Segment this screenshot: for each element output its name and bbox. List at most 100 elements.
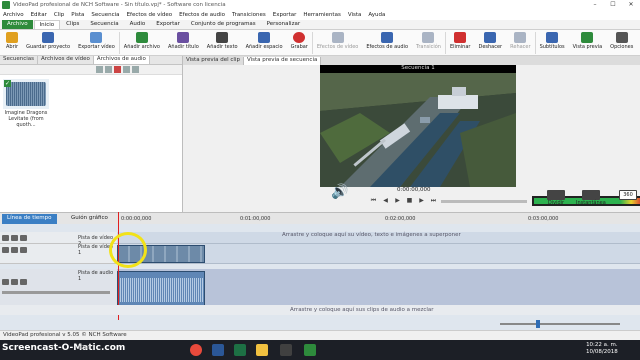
media-bin-tabs: Secuencias Archivos de vídeo Archivos de… bbox=[0, 56, 182, 65]
excel-icon[interactable] bbox=[234, 344, 246, 356]
preview-scrubber[interactable] bbox=[441, 199, 527, 203]
tab-inicio[interactable]: Inicio bbox=[33, 20, 61, 29]
zoom-knob[interactable] bbox=[536, 320, 540, 328]
file-explorer-icon[interactable] bbox=[256, 344, 268, 356]
play-icon[interactable]: ▶ bbox=[393, 197, 402, 205]
mute-icon[interactable] bbox=[11, 279, 18, 285]
menu-clip[interactable]: Clip bbox=[54, 12, 64, 18]
subtitles-button[interactable]: Subtítulos bbox=[540, 32, 565, 50]
video-track-2-header: Pista de vídeo 2 bbox=[0, 232, 117, 247]
360-button[interactable]: 360 bbox=[619, 190, 637, 200]
videopad-taskbar-icon[interactable] bbox=[304, 344, 316, 356]
redo-button[interactable]: Rehacer bbox=[510, 32, 531, 50]
transition-icon bbox=[422, 32, 435, 43]
video-track-2[interactable]: Arrastre y coloque aquí su vídeo, texto … bbox=[117, 232, 640, 244]
tab-audio[interactable]: Audio bbox=[125, 20, 151, 29]
close-button[interactable]: ✕ bbox=[622, 0, 640, 10]
audio-track-volume-slider[interactable] bbox=[2, 291, 110, 294]
next-frame-icon[interactable]: ▶ bbox=[417, 197, 426, 205]
menu-archivo[interactable]: Archivo bbox=[3, 12, 24, 18]
audio-effects-button[interactable]: Efectos de audio bbox=[366, 32, 408, 50]
tab-secuencia[interactable]: Secuencia bbox=[85, 20, 123, 29]
eye-icon[interactable] bbox=[11, 235, 18, 241]
add-text-button[interactable]: Añadir texto bbox=[207, 32, 238, 50]
speaker-icon[interactable] bbox=[2, 279, 9, 285]
tab-archivo[interactable]: Archivo bbox=[2, 20, 33, 29]
timeline-zoom[interactable] bbox=[500, 320, 620, 328]
add-title-button[interactable]: Añadir título bbox=[168, 32, 199, 50]
tab-exportar[interactable]: Exportar bbox=[151, 20, 185, 29]
go-start-icon[interactable]: ⏮ bbox=[369, 197, 378, 205]
eye-icon[interactable] bbox=[11, 247, 18, 253]
audio-drop-bar: Arrastre y coloque aquí sus clips de aud… bbox=[0, 305, 640, 315]
split-button[interactable]: Dividir bbox=[547, 190, 565, 206]
tab-audio-files[interactable]: Archivos de audio bbox=[93, 56, 150, 64]
tab-personalizar[interactable]: Personalizar bbox=[262, 20, 305, 29]
tab-sequence-preview[interactable]: Vista previa de secuencia bbox=[243, 57, 322, 65]
export-video-button[interactable]: Exportar vídeo bbox=[78, 32, 115, 50]
video-effects-button[interactable]: Efectos de vídeo bbox=[317, 32, 358, 50]
chrome-icon[interactable] bbox=[190, 344, 202, 356]
thumb-view-icon[interactable] bbox=[105, 66, 112, 73]
transition-button[interactable]: Transición bbox=[416, 32, 441, 50]
add-track-icon[interactable] bbox=[2, 247, 9, 253]
prev-frame-icon[interactable]: ◀ bbox=[381, 197, 390, 205]
maximize-button[interactable]: ☐ bbox=[604, 0, 622, 10]
tab-clips[interactable]: Clips bbox=[61, 20, 84, 29]
menu-bar: Archivo Editar Clip Pista Secuencia Efec… bbox=[0, 10, 640, 20]
menu-pista[interactable]: Pista bbox=[71, 12, 84, 18]
tab-sequences[interactable]: Secuencias bbox=[0, 56, 39, 64]
window-title: VideoPad profesional de NCH Software - S… bbox=[13, 2, 226, 8]
audio-clip-item[interactable]: ✓ Imagine Dragons Levitate (from quoth..… bbox=[3, 79, 49, 128]
save-project-button[interactable]: Guardar proyecto bbox=[26, 32, 70, 50]
menu-ayuda[interactable]: Ayuda bbox=[368, 12, 385, 18]
lock-icon[interactable] bbox=[20, 247, 27, 253]
word-icon[interactable] bbox=[212, 344, 224, 356]
preview-tabs: Vista previa del clip Vista previa de se… bbox=[183, 56, 640, 65]
menu-editar[interactable]: Editar bbox=[31, 12, 47, 18]
tab-conjunto[interactable]: Conjunto de programas bbox=[186, 20, 261, 29]
tab-clip-preview[interactable]: Vista previa del clip bbox=[183, 57, 244, 65]
add-file-button[interactable]: Añadir archivo bbox=[124, 32, 160, 50]
undo-button[interactable]: Deshacer bbox=[478, 32, 502, 50]
notes-icon[interactable] bbox=[280, 344, 292, 356]
add-space-button[interactable]: Añadir espacio bbox=[246, 32, 283, 50]
menu-icon[interactable] bbox=[132, 66, 139, 73]
volume-icon[interactable]: 🔊 bbox=[331, 184, 348, 200]
menu-herramientas[interactable]: Herramientas bbox=[303, 12, 340, 18]
minimize-button[interactable]: – bbox=[586, 0, 604, 10]
toolbar-divider bbox=[444, 32, 446, 54]
subtitles-icon bbox=[546, 32, 559, 43]
zoom-slider[interactable] bbox=[500, 320, 620, 328]
lock-icon[interactable] bbox=[20, 279, 27, 285]
go-end-icon[interactable]: ⏭ bbox=[429, 197, 438, 205]
close-bin-icon[interactable] bbox=[114, 66, 121, 73]
stop-icon[interactable]: ■ bbox=[405, 197, 414, 205]
menu-secuencia[interactable]: Secuencia bbox=[91, 12, 119, 18]
options-button[interactable]: Opciones bbox=[610, 32, 633, 50]
tab-video-files[interactable]: Archivos de vídeo bbox=[38, 56, 94, 64]
menu-efectos-audio[interactable]: Efectos de audio bbox=[179, 12, 225, 18]
save-icon bbox=[42, 32, 55, 43]
add-track-icon[interactable] bbox=[2, 235, 9, 241]
audio-clip-timeline[interactable] bbox=[117, 271, 205, 307]
ruler-mark: 0:03:00,000 bbox=[528, 216, 559, 222]
tab-timeline[interactable]: Línea de tiempo bbox=[2, 214, 57, 224]
record-icon bbox=[293, 32, 306, 43]
list-view-icon[interactable] bbox=[96, 66, 103, 73]
record-button[interactable]: Grabar bbox=[291, 32, 308, 50]
taskbar-search[interactable]: lizar bbox=[78, 344, 91, 351]
menu-efectos-video[interactable]: Efectos de vídeo bbox=[127, 12, 173, 18]
timeline-ruler[interactable]: 0:00:00,000 0:01:00,000 0:02:00,000 0:03… bbox=[117, 216, 640, 224]
sort-icon[interactable] bbox=[123, 66, 130, 73]
menu-exportar[interactable]: Exportar bbox=[273, 12, 297, 18]
tab-storyboard[interactable]: Guión gráfico bbox=[66, 214, 113, 224]
open-button[interactable]: Abrir bbox=[6, 32, 18, 50]
menu-transiciones[interactable]: Transiciones bbox=[232, 12, 266, 18]
menu-vista[interactable]: Vista bbox=[348, 12, 362, 18]
title-icon bbox=[177, 32, 190, 43]
snapshot-button[interactable]: Instantánea bbox=[576, 190, 606, 206]
lock-icon[interactable] bbox=[20, 235, 27, 241]
preview-button[interactable]: Vista previa bbox=[573, 32, 602, 50]
delete-button[interactable]: Eliminar bbox=[450, 32, 470, 50]
